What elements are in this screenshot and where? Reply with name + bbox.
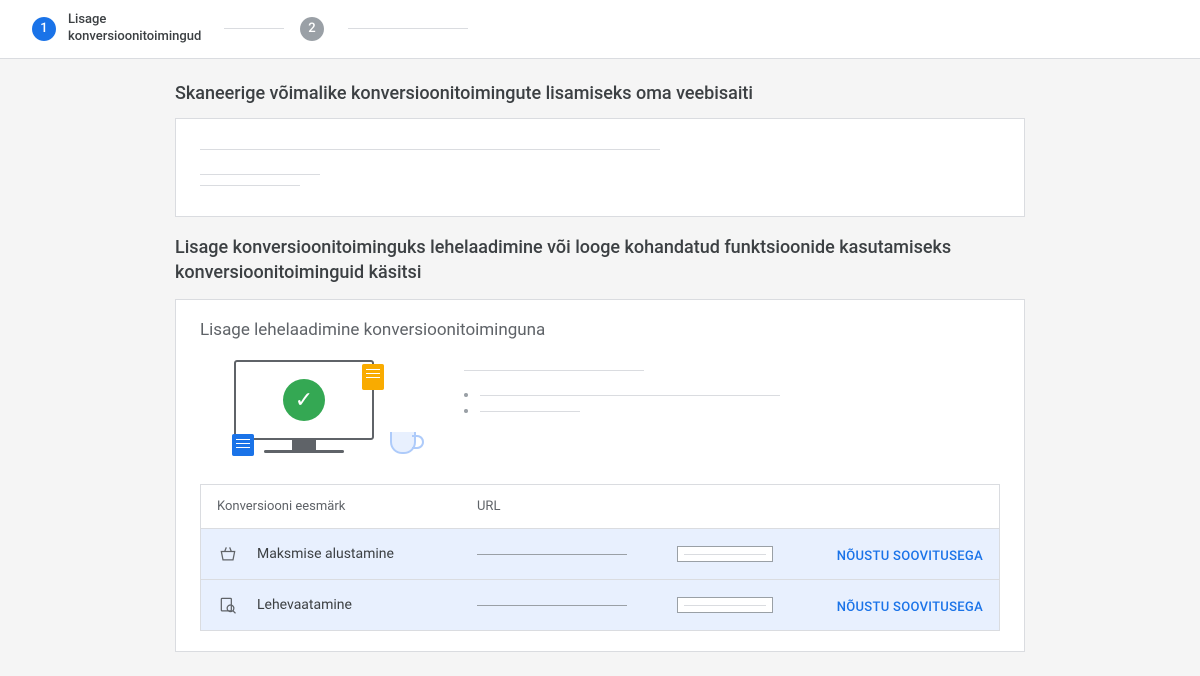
value-input[interactable] <box>677 546 773 562</box>
accept-suggestion-button[interactable]: NÕUSTU SOOVITUSEGA <box>837 600 983 615</box>
check-icon: ✓ <box>295 388 313 413</box>
monitor-stand <box>292 440 316 450</box>
pageload-card: Lisage lehelaadimine konversioonitoiming… <box>175 299 1025 652</box>
scan-heading: Skaneerige võimalike konversioonitoiming… <box>175 83 1025 104</box>
yellow-doc-icon <box>362 364 384 390</box>
placeholder <box>477 605 627 606</box>
cup-icon <box>390 432 416 454</box>
row-action-cell: NÕUSTU SOOVITUSEGA <box>817 596 983 615</box>
bullet-row <box>464 409 986 413</box>
row-action-cell: NÕUSTU SOOVITUSEGA <box>817 545 983 564</box>
illustration-row: ✓ <box>214 360 986 460</box>
placeholder <box>200 185 300 186</box>
step-connector <box>224 28 284 29</box>
scan-card <box>175 118 1025 217</box>
bullet-icon <box>464 409 468 413</box>
step-1-label: Lisage konversioonitoimingud <box>68 12 208 46</box>
header-goal: Konversiooni eesmärk <box>217 499 477 514</box>
bullet-row <box>464 393 986 397</box>
placeholder <box>480 395 780 396</box>
suggestions-table: Konversiooni eesmärk URL Maksmise alusta… <box>200 484 1000 631</box>
table-header: Konversiooni eesmärk URL <box>201 485 999 529</box>
illustration-text <box>464 360 986 425</box>
blue-doc-icon <box>232 434 254 456</box>
table-row: Lehevaatamine NÕUSTU SOOVITUSEGA <box>201 580 999 630</box>
table-row: Maksmise alustamine NÕUSTU SOOVITUSEGA <box>201 529 999 580</box>
row-goal-label: Maksmise alustamine <box>257 546 477 562</box>
step-1[interactable]: 1 Lisage konversioonitoimingud <box>32 12 208 46</box>
main-content: Skaneerige võimalike konversioonitoiming… <box>175 59 1025 676</box>
placeholder <box>200 174 320 175</box>
header-spacer <box>677 499 817 514</box>
monitor-screen: ✓ <box>234 360 374 440</box>
pageview-icon <box>217 594 239 616</box>
basket-icon <box>217 543 239 565</box>
row-url <box>477 605 677 606</box>
placeholder <box>464 370 644 371</box>
step-2-circle: 2 <box>300 17 324 41</box>
bullet-icon <box>464 393 468 397</box>
success-circle-icon: ✓ <box>283 379 325 421</box>
row-input-cell <box>677 546 817 562</box>
placeholder <box>480 411 580 412</box>
placeholder <box>200 149 660 150</box>
header-url: URL <box>477 499 677 514</box>
monitor-illustration: ✓ <box>214 360 424 460</box>
pageload-subheading: Lisage lehelaadimine konversioonitoiming… <box>200 320 1000 340</box>
header-spacer <box>817 499 983 514</box>
placeholder <box>477 554 627 555</box>
step-1-circle: 1 <box>32 17 56 41</box>
stepper: 1 Lisage konversioonitoimingud 2 <box>0 0 1200 59</box>
step-2-placeholder <box>348 28 468 29</box>
step-2[interactable]: 2 <box>300 17 468 41</box>
accept-suggestion-button[interactable]: NÕUSTU SOOVITUSEGA <box>837 549 983 564</box>
manual-heading: Lisage konversioonitoiminguks lehelaadim… <box>175 235 1025 285</box>
monitor-base <box>264 450 344 453</box>
row-url <box>477 554 677 555</box>
